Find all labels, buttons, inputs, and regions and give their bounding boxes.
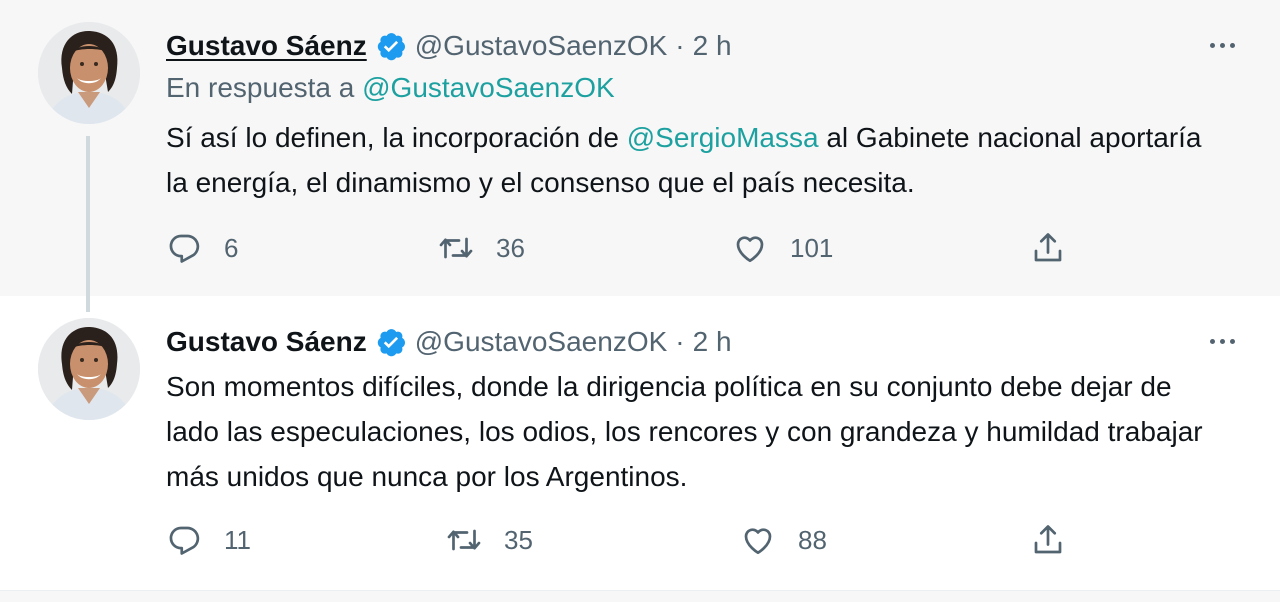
more-horizontal-icon[interactable] (1202, 328, 1242, 354)
mention-link[interactable]: @SergioMassa (627, 122, 819, 153)
timestamp[interactable]: 2 h (693, 30, 732, 62)
tweet-thread: Gustavo Sáenz @GustavoSaenzOK · 2 h En r… (0, 0, 1280, 602)
author-handle[interactable]: @GustavoSaenzOK (415, 326, 668, 358)
like-icon (744, 528, 772, 555)
share-icon (1034, 233, 1062, 262)
reply-context: En respuesta a @GustavoSaenzOK (166, 72, 615, 104)
tweet-text-part: Sí así lo definen, la incorporación de (166, 122, 627, 153)
verified-badge-icon (375, 30, 407, 62)
author-name[interactable]: Gustavo Sáenz (166, 30, 367, 62)
retweet-icon (439, 237, 473, 259)
more-horizontal-icon[interactable] (1202, 32, 1242, 58)
reply-icon (169, 234, 200, 263)
retweet-count: 36 (496, 232, 525, 263)
tweet-text: Son momentos difíciles, donde la dirigen… (166, 371, 1203, 492)
tweet-header: Gustavo Sáenz @GustavoSaenzOK · 2 h (166, 322, 732, 362)
meta-separator: · (675, 30, 685, 61)
tweet-2[interactable]: Gustavo Sáenz @GustavoSaenzOK · 2 h Son … (0, 296, 1280, 590)
reply-icon (169, 526, 200, 555)
reply-count: 6 (224, 232, 239, 263)
share-button[interactable] (1030, 226, 1066, 270)
divider (0, 590, 1280, 602)
reply-to-mention[interactable]: @GustavoSaenzOK (362, 72, 615, 103)
like-icon (736, 236, 764, 263)
tweet-text: Sí así lo definen, la incorporación de @… (166, 115, 1226, 205)
reply-button[interactable]: 11 (166, 518, 251, 562)
timestamp[interactable]: 2 h (693, 326, 732, 358)
like-button[interactable]: 101 (732, 226, 833, 270)
reply-to-label: En respuesta a (166, 72, 363, 103)
share-button[interactable] (1030, 518, 1066, 562)
thread-connector-line (86, 136, 90, 312)
reply-button[interactable]: 6 (166, 226, 238, 270)
retweet-button[interactable]: 35 (446, 518, 533, 562)
verified-badge-icon (375, 326, 407, 358)
retweet-count: 35 (504, 524, 533, 555)
retweet-icon (447, 529, 481, 551)
avatar[interactable] (38, 22, 140, 124)
avatar[interactable] (38, 318, 140, 420)
meta-separator: · (675, 326, 685, 357)
reply-count: 11 (224, 524, 251, 555)
retweet-button[interactable]: 36 (438, 226, 525, 270)
tweet-header: Gustavo Sáenz @GustavoSaenzOK · 2 h (166, 26, 732, 66)
author-name[interactable]: Gustavo Sáenz (166, 326, 367, 358)
author-handle[interactable]: @GustavoSaenzOK (415, 30, 668, 62)
like-count: 101 (790, 232, 834, 263)
like-count: 88 (798, 524, 827, 555)
share-icon (1034, 525, 1062, 554)
tweet-1[interactable]: Gustavo Sáenz @GustavoSaenzOK · 2 h En r… (0, 0, 1280, 296)
like-button[interactable]: 88 (740, 518, 827, 562)
